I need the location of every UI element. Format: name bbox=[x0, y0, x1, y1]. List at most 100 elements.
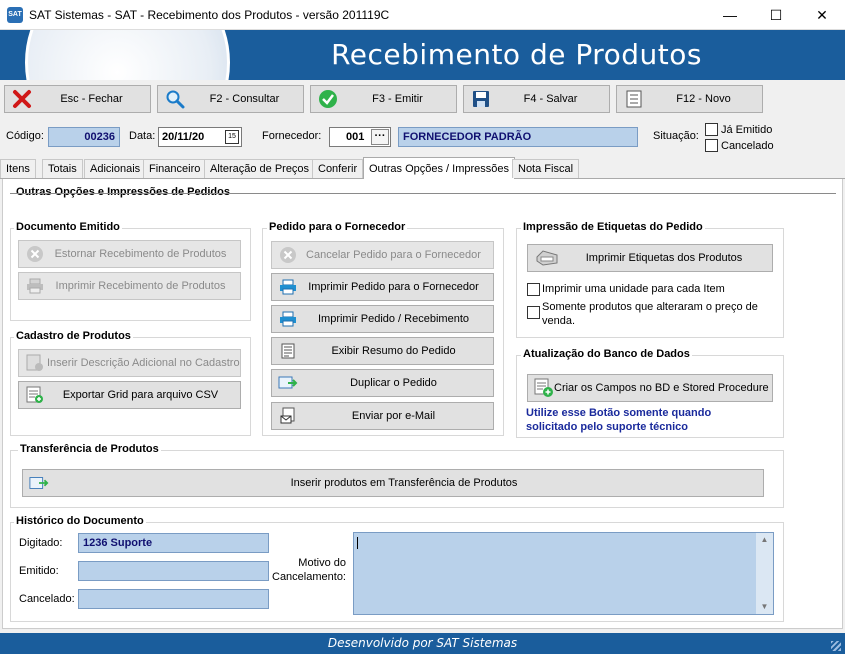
pedido-fornecedor-title: Pedido para o Fornecedor bbox=[267, 221, 408, 233]
tab-alteracao-precos[interactable]: Alteração de Preços bbox=[204, 159, 316, 178]
exibir-resumo-button[interactable]: Exibir Resumo do Pedido bbox=[271, 337, 494, 365]
historico-title: Histórico do Documento bbox=[14, 515, 146, 527]
close-window-button[interactable]: ✕ bbox=[799, 0, 845, 30]
section-title: Outras Opções e Impressões de Pedidos bbox=[14, 186, 232, 198]
status-bar: Desenvolvido por SAT Sistemas bbox=[0, 633, 845, 654]
form-add-icon bbox=[25, 353, 45, 373]
scroll-up-icon[interactable]: ▲ bbox=[756, 533, 773, 547]
printer-icon bbox=[278, 309, 298, 329]
consult-button[interactable]: F2 - Consultar bbox=[157, 85, 304, 113]
imprimir-pedido-label: Imprimir Pedido para o Fornecedor bbox=[308, 281, 479, 293]
x-icon bbox=[11, 88, 33, 110]
list-icon bbox=[623, 88, 645, 110]
imprimir-recebimento-label: Imprimir Recebimento de Produtos bbox=[55, 280, 226, 292]
inserir-transferencia-button[interactable]: Inserir produtos em Transferência de Pro… bbox=[22, 469, 764, 497]
minimize-button[interactable]: — bbox=[707, 0, 753, 30]
database-add-icon bbox=[534, 378, 554, 398]
title-bar: SAT SAT Sistemas - SAT - Recebimento dos… bbox=[0, 0, 845, 30]
motivo-scrollbar[interactable]: ▲ ▼ bbox=[756, 533, 773, 614]
tab-adicionais[interactable]: Adicionais bbox=[84, 159, 147, 178]
tab-conferir[interactable]: Conferir bbox=[312, 159, 364, 178]
criar-campos-label: Criar os Campos no BD e Stored Procedure bbox=[554, 382, 769, 394]
tab-totais[interactable]: Totais bbox=[42, 159, 83, 178]
cancel-circle-icon bbox=[278, 245, 298, 265]
cancelar-pedido-button[interactable]: Cancelar Pedido para o Fornecedor bbox=[271, 241, 494, 269]
criar-campos-button[interactable]: Criar os Campos no BD e Stored Procedure bbox=[527, 374, 773, 402]
status-text: Desenvolvido por SAT Sistemas bbox=[327, 636, 518, 650]
data-value: 20/11/20 bbox=[162, 131, 205, 143]
imprimir-recebimento-button[interactable]: Imprimir Recebimento de Produtos bbox=[18, 272, 241, 300]
banco-warning-1: Utilize esse Botão somente quando bbox=[526, 407, 712, 419]
imprimir-pedido-button[interactable]: Imprimir Pedido para o Fornecedor bbox=[271, 273, 494, 301]
transferencia-title: Transferência de Produtos bbox=[18, 443, 161, 455]
emitido-field bbox=[78, 561, 269, 581]
printer-icon bbox=[25, 276, 45, 296]
save-button[interactable]: F4 - Salvar bbox=[463, 85, 610, 113]
data-label: Data: bbox=[129, 130, 156, 142]
digitado-label: Digitado: bbox=[19, 537, 63, 549]
ja-emitido-checkbox[interactable] bbox=[705, 123, 718, 136]
new-button-label: F12 - Novo bbox=[676, 93, 731, 105]
cancelado-label: Cancelado bbox=[721, 140, 774, 152]
resize-grip-icon[interactable] bbox=[831, 641, 841, 651]
new-button[interactable]: F12 - Novo bbox=[616, 85, 763, 113]
label-printer-icon bbox=[534, 248, 560, 268]
text-caret bbox=[357, 537, 358, 549]
printer-icon bbox=[278, 277, 298, 297]
banco-title: Atualização do Banco de Dados bbox=[521, 348, 692, 360]
globe-icon bbox=[25, 30, 230, 80]
maximize-button[interactable]: ☐ bbox=[753, 0, 799, 30]
codigo-field[interactable]: 00236 bbox=[48, 127, 120, 147]
exibir-resumo-label: Exibir Resumo do Pedido bbox=[331, 345, 456, 357]
lookup-button[interactable]: ··· bbox=[371, 129, 389, 145]
save-button-label: F4 - Salvar bbox=[523, 93, 578, 105]
emit-button[interactable]: F3 - Emitir bbox=[310, 85, 457, 113]
opt-unidade-checkbox[interactable] bbox=[527, 283, 540, 296]
exportar-csv-button[interactable]: Exportar Grid para arquivo CSV bbox=[18, 381, 241, 409]
ja-emitido-label: Já Emitido bbox=[721, 124, 773, 136]
cancelado-checkbox[interactable] bbox=[705, 139, 718, 152]
list-icon bbox=[278, 341, 298, 361]
check-icon bbox=[317, 88, 339, 110]
codigo-label: Código: bbox=[6, 130, 44, 142]
banner: Recebimento de Produtos bbox=[0, 30, 845, 80]
calendar-icon[interactable]: 15 bbox=[225, 130, 239, 144]
section-divider bbox=[10, 193, 836, 194]
cancelado-hist-label: Cancelado: bbox=[19, 593, 75, 605]
motivo-label-2: Cancelamento: bbox=[272, 571, 346, 583]
estornar-button[interactable]: Estornar Recebimento de Produtos bbox=[18, 240, 241, 268]
digitado-field: 1236 Suporte bbox=[78, 533, 269, 553]
opt-unidade-label: Imprimir uma unidade para cada Item bbox=[542, 283, 725, 295]
close-button-label: Esc - Fechar bbox=[60, 93, 123, 105]
situacao-label: Situação: bbox=[653, 130, 699, 142]
banner-title: Recebimento de Produtos bbox=[331, 38, 702, 71]
tab-financeiro[interactable]: Financeiro bbox=[143, 159, 207, 178]
emitido-label: Emitido: bbox=[19, 565, 59, 577]
scroll-down-icon[interactable]: ▼ bbox=[756, 600, 773, 614]
fornecedor-label: Fornecedor: bbox=[262, 130, 322, 142]
tab-outras-opcoes[interactable]: Outras Opções / Impressões bbox=[363, 157, 515, 179]
inserir-descricao-label: Inserir Descrição Adicional no Cadastro bbox=[47, 357, 240, 369]
fornecedor-code: 001 bbox=[346, 131, 365, 143]
tab-bar: Itens Totais Adicionais Financeiro Alter… bbox=[0, 157, 845, 179]
inserir-descricao-button[interactable]: Inserir Descrição Adicional no Cadastro bbox=[18, 349, 241, 377]
opt-preco-checkbox[interactable] bbox=[527, 306, 540, 319]
etiquetas-title: Impressão de Etiquetas do Pedido bbox=[521, 221, 705, 233]
tab-nota-fiscal[interactable]: Nota Fiscal bbox=[512, 159, 580, 178]
imprimir-etiquetas-button[interactable]: Imprimir Etiquetas dos Produtos bbox=[527, 244, 773, 272]
motivo-textarea[interactable]: ▲ ▼ bbox=[353, 532, 774, 615]
fornecedor-code-field[interactable]: 001 ··· bbox=[329, 127, 391, 147]
consult-button-label: F2 - Consultar bbox=[209, 93, 280, 105]
data-field[interactable]: 20/11/20 15 bbox=[158, 127, 242, 147]
imprimir-pedido-recebimento-button[interactable]: Imprimir Pedido / Recebimento bbox=[271, 305, 494, 333]
inserir-transferencia-label: Inserir produtos em Transferência de Pro… bbox=[290, 477, 518, 489]
enviar-email-button[interactable]: Enviar por e-Mail bbox=[271, 402, 494, 430]
cancel-circle-icon bbox=[25, 244, 45, 264]
duplicar-pedido-button[interactable]: Duplicar o Pedido bbox=[271, 369, 494, 397]
close-button[interactable]: Esc - Fechar bbox=[4, 85, 151, 113]
tab-itens[interactable]: Itens bbox=[0, 159, 36, 178]
documento-emitido-title: Documento Emitido bbox=[14, 221, 122, 233]
app-icon: SAT bbox=[7, 7, 23, 23]
imprimir-pedido-recebimento-label: Imprimir Pedido / Recebimento bbox=[317, 313, 469, 325]
cadastro-title: Cadastro de Produtos bbox=[14, 330, 133, 342]
